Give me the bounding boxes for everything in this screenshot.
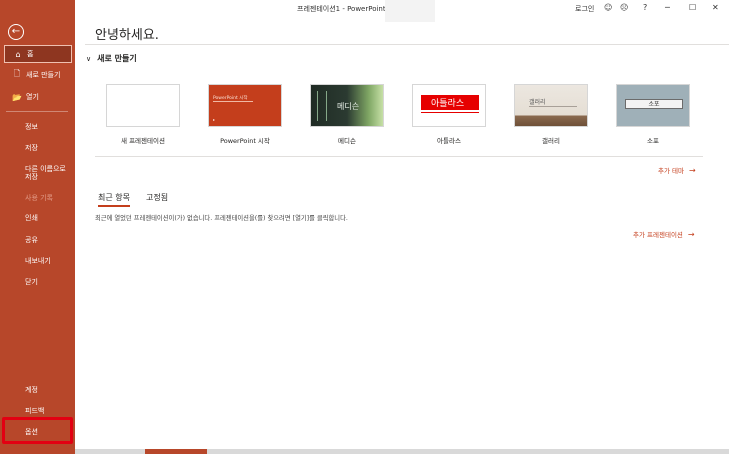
template-label: 아틀라스 xyxy=(437,137,461,145)
template-label: 메디슨 xyxy=(338,137,356,145)
template-thumb-line xyxy=(213,101,253,102)
sign-in-link[interactable]: 로그인 xyxy=(575,4,594,14)
sidebar-item-open[interactable]: 📂 열기 xyxy=(4,88,72,106)
tab-pinned[interactable]: 고정됨 xyxy=(146,192,168,203)
template-label: PowerPoint 시작 xyxy=(220,137,270,145)
chevron-down-icon: ∨ xyxy=(86,55,92,63)
backstage-sidebar: ← ⌂ 홈 🗋 새로 만들기 📂 열기 정보 저장 다른 이름으로 저장 사용 … xyxy=(0,0,75,454)
more-presentations-link[interactable]: 추가 프레젠테이션 → xyxy=(633,229,695,239)
template-blank-presentation[interactable] xyxy=(106,84,180,127)
template-thumb-line xyxy=(421,112,479,113)
close-icon[interactable]: ✕ xyxy=(712,3,719,12)
sidebar-item-label: 저장 xyxy=(25,173,38,181)
sidebar-item-export[interactable]: 내보내기 xyxy=(25,257,51,265)
frown-feedback-icon[interactable]: ☹ xyxy=(620,3,628,12)
template-thumb-title: 소포 xyxy=(648,101,660,108)
template-parcel[interactable]: 소포 xyxy=(616,84,690,127)
title-bar: 프레젠테이션1 - PowerPoint 로그인 ☺ ☹ ? ─ ☐ ✕ xyxy=(75,0,729,22)
link-label: 추가 테마 xyxy=(658,167,684,175)
header-divider xyxy=(85,44,729,45)
new-section-header[interactable]: ∨ 새로 만들기 xyxy=(86,53,137,64)
template-atlas[interactable]: 아틀라스 xyxy=(412,84,486,127)
link-label: 추가 프레젠테이션 xyxy=(633,231,683,239)
sidebar-item-info[interactable]: 정보 xyxy=(25,123,38,131)
sidebar-divider xyxy=(6,111,68,112)
tab-recent[interactable]: 최근 항목 xyxy=(98,192,130,207)
template-label: 소포 xyxy=(647,137,659,145)
more-themes-link[interactable]: 추가 테마 → xyxy=(658,165,696,175)
maximize-icon[interactable]: ☐ xyxy=(689,3,696,12)
sidebar-item-share[interactable]: 공유 xyxy=(25,236,38,244)
template-thumb-decoration xyxy=(317,91,327,121)
template-thumb-title: 갤러리 xyxy=(529,99,546,106)
sidebar-item-label: 다른 이름으로 xyxy=(25,165,66,173)
sidebar-item-print[interactable]: 인쇄 xyxy=(25,214,38,222)
smile-feedback-icon[interactable]: ☺ xyxy=(604,3,612,12)
sidebar-item-home[interactable]: ⌂ 홈 xyxy=(4,45,72,63)
arrow-right-icon: → xyxy=(687,230,695,239)
template-gallery[interactable]: 갤러리 xyxy=(514,84,588,127)
sidebar-item-history: 사용 기록 xyxy=(25,194,53,202)
title-redaction xyxy=(385,0,435,22)
recent-empty-message: 최근에 열었던 프레젠테이션이(가) 없습니다. 프레젠테이션을(를) 찾으려면… xyxy=(95,215,348,222)
section-title: 새로 만들기 xyxy=(97,54,137,63)
help-icon[interactable]: ? xyxy=(643,3,647,12)
section-divider xyxy=(95,156,703,157)
sidebar-item-label: 열기 xyxy=(26,93,39,101)
sidebar-item-save[interactable]: 저장 xyxy=(25,144,38,152)
new-document-icon: 🗋 xyxy=(13,69,21,78)
taskbar-strip xyxy=(75,449,729,454)
back-arrow-icon[interactable]: ← xyxy=(8,24,24,40)
template-powerpoint-start[interactable]: PowerPoint 시작 ▸ xyxy=(208,84,282,127)
home-icon: ⌂ xyxy=(15,49,21,59)
sidebar-item-feedback[interactable]: 피드백 xyxy=(25,407,44,415)
template-thumb-title: 메디슨 xyxy=(337,102,360,111)
template-madison[interactable]: 메디슨 xyxy=(310,84,384,127)
sidebar-item-label: 홈 xyxy=(27,50,34,58)
template-thumb-mark: ▸ xyxy=(213,117,216,122)
template-thumb-title: 아틀라스 xyxy=(431,99,465,109)
folder-icon: 📂 xyxy=(12,92,22,102)
sidebar-item-save-as[interactable]: 다른 이름으로 저장 xyxy=(25,165,66,181)
sidebar-item-close[interactable]: 닫기 xyxy=(25,278,38,286)
sidebar-item-account[interactable]: 계정 xyxy=(25,386,38,394)
sidebar-item-new[interactable]: 🗋 새로 만들기 xyxy=(4,66,72,84)
page-title: 안녕하세요. xyxy=(95,28,159,43)
template-label: 새 프레젠테이션 xyxy=(121,137,165,145)
minimize-icon[interactable]: ─ xyxy=(665,3,670,12)
arrow-right-icon: → xyxy=(689,166,696,175)
template-label: 갤러리 xyxy=(542,137,560,145)
taskbar-active-segment xyxy=(145,449,207,454)
template-thumb-line xyxy=(529,106,577,107)
sidebar-item-label: 새로 만들기 xyxy=(26,71,61,79)
options-highlight-box xyxy=(2,417,73,444)
window-title: 프레젠테이션1 - PowerPoint xyxy=(297,5,386,13)
